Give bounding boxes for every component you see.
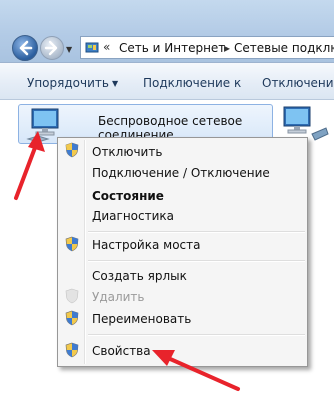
connect-to-button[interactable]: Подключение к xyxy=(143,76,241,90)
organize-menu-button[interactable]: Упорядочить ▼ xyxy=(27,76,118,90)
shield-icon xyxy=(65,288,79,304)
forward-button[interactable] xyxy=(40,36,64,60)
chevron-down-icon: ▼ xyxy=(111,79,119,88)
organize-label: Упорядочить xyxy=(27,76,109,90)
shield-icon xyxy=(65,236,79,252)
shield-icon xyxy=(65,342,79,358)
menu-item-properties[interactable]: Свойства xyxy=(92,344,151,358)
disable-device-button[interactable]: Отключение xyxy=(262,76,334,90)
menu-item-connect-disconnect[interactable]: Подключение / Отключение xyxy=(92,166,270,180)
menu-item-bridge-connections[interactable]: Настройка моста xyxy=(92,238,200,252)
menu-item-disable[interactable]: Отключить xyxy=(92,145,162,159)
recent-pages-dropdown[interactable]: ▼ xyxy=(66,45,72,54)
menu-item-status[interactable]: Состояние xyxy=(92,189,164,203)
menu-separator xyxy=(88,334,305,336)
breadcrumb-separator[interactable]: ▸ xyxy=(224,41,230,55)
menu-item-diagnostics[interactable]: Диагностика xyxy=(92,209,174,223)
menu-item-create-shortcut[interactable]: Создать ярлык xyxy=(92,269,187,283)
context-menu: Отключить Подключение / Отключение Состо… xyxy=(57,137,308,367)
connection-name: Беспроводное сетевое xyxy=(98,114,243,128)
breadcrumb-network-internet[interactable]: Сеть и Интернет xyxy=(119,41,225,55)
shield-icon xyxy=(65,310,79,326)
back-button[interactable] xyxy=(12,35,38,61)
arrow-right-icon xyxy=(44,40,58,56)
arrow-left-icon xyxy=(19,40,33,56)
menu-gutter xyxy=(84,140,86,364)
command-bar: Упорядочить ▼ Подключение к Отключение xyxy=(0,62,334,100)
menu-separator xyxy=(88,231,305,233)
window-titlebar: ▼ « Сеть и Интернет ▸ Сетевые подключени… xyxy=(0,0,334,62)
menu-item-rename[interactable]: Переименовать xyxy=(92,312,191,326)
menu-item-delete: Удалить xyxy=(92,290,145,304)
breadcrumb-network-connections[interactable]: Сетевые подключения xyxy=(234,41,334,55)
menu-separator xyxy=(88,260,305,262)
shield-icon xyxy=(65,142,79,158)
control-panel-icon xyxy=(85,42,99,53)
address-bar[interactable]: « Сеть и Интернет ▸ Сетевые подключения xyxy=(80,36,334,59)
breadcrumb-overflow[interactable]: « xyxy=(103,40,110,54)
